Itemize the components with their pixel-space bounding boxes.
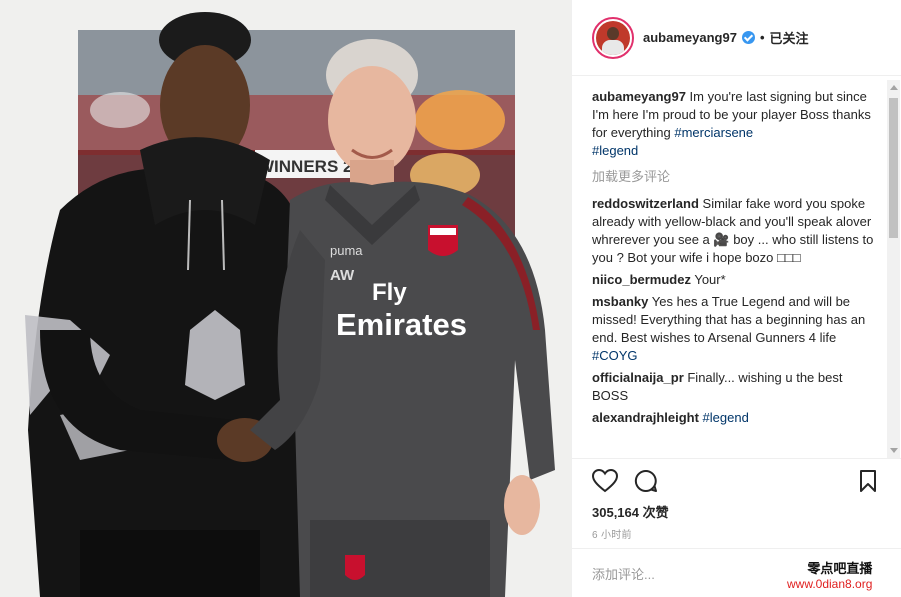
comments-scrollbar[interactable]	[887, 80, 900, 458]
watermark-cn: 零点吧直播	[807, 561, 873, 576]
post-photo[interactable]: WINNERS 201 puma AW Fly Emirates	[0, 0, 571, 597]
scroll-down-icon[interactable]	[890, 448, 898, 453]
post-side-panel: aubameyang97 • 已关注 aubameyang97 Im you'r…	[571, 0, 901, 597]
watermark-url: www.0dian8.org	[787, 577, 873, 591]
follow-status-button[interactable]: 已关注	[770, 28, 809, 47]
list-item: niico_bermudez Your*	[592, 271, 876, 289]
header-separator: •	[759, 30, 765, 45]
scroll-up-icon[interactable]	[890, 85, 898, 90]
post-username[interactable]: aubameyang97	[643, 30, 737, 45]
hashtag-link[interactable]: #legend	[703, 410, 749, 425]
comment-username[interactable]: alexandrajhleight	[592, 410, 699, 425]
comment-username[interactable]: officialnaija_pr	[592, 370, 684, 385]
hashtag-link[interactable]: #COYG	[592, 348, 638, 363]
list-item: alexandrajhleight #legend	[592, 409, 876, 427]
coach-initials: AW	[330, 267, 355, 284]
comment-username[interactable]: reddoswitzerland	[592, 196, 699, 211]
heart-icon[interactable]	[591, 468, 619, 496]
site-watermark: 零点吧直播 www.0dian8.org	[787, 558, 872, 591]
post-timestamp: 6 小时前	[592, 530, 632, 541]
sponsor-fly: Fly	[372, 279, 407, 306]
bookmark-icon[interactable]	[859, 469, 877, 496]
puma-logo-text: puma	[330, 243, 363, 258]
hashtag-link[interactable]: #legend	[592, 143, 638, 158]
like-count[interactable]: 305,164 次赞	[592, 502, 669, 521]
comment-text: Your*	[690, 272, 726, 287]
avatar[interactable]	[592, 16, 634, 59]
comments-list: aubameyang97 Im you're last signing but …	[592, 88, 876, 458]
load-more-comments-button[interactable]: 加载更多评论	[592, 166, 876, 185]
list-item: msbanky Yes hes a True Legend and will b…	[592, 293, 876, 365]
caption-username[interactable]: aubameyang97	[592, 89, 686, 104]
list-item: officialnaija_pr Finally... wishing u th…	[592, 369, 876, 405]
comment-icon[interactable]	[634, 469, 658, 496]
list-item: reddoswitzerland Similar fake word you s…	[592, 195, 876, 267]
verified-badge-icon	[741, 31, 755, 44]
comment-username[interactable]: niico_bermudez	[592, 272, 691, 287]
scrollbar-thumb[interactable]	[889, 98, 898, 238]
post-header: aubameyang97 • 已关注	[572, 0, 901, 76]
post-actions: 305,164 次赞 6 小时前	[572, 458, 901, 548]
caption: aubameyang97 Im you're last signing but …	[592, 88, 876, 160]
hashtag-link[interactable]: #merciarsene	[674, 125, 753, 140]
photo-illustration: WINNERS 201 puma AW Fly Emirates	[0, 0, 571, 597]
comment-username[interactable]: msbanky	[592, 294, 648, 309]
sponsor-emirates: Emirates	[336, 307, 467, 342]
